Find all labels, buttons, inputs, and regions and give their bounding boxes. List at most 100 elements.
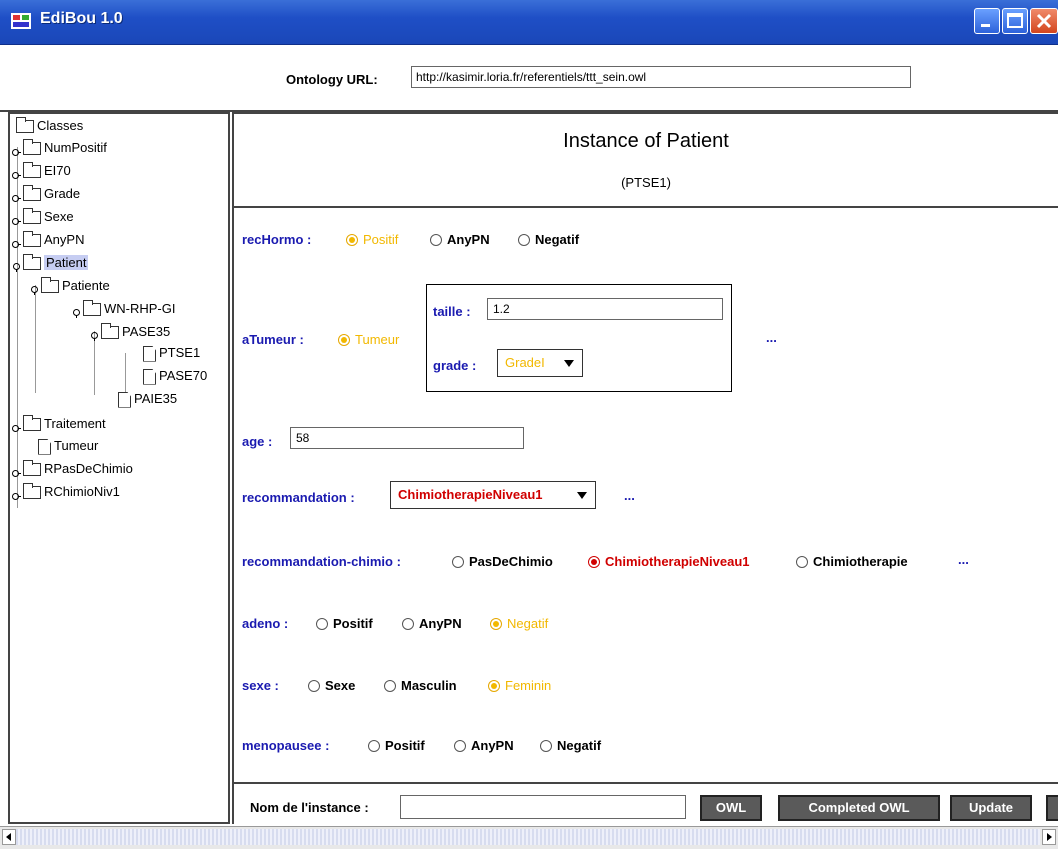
ontology-url-input[interactable]: http://kasimir.loria.fr/referentiels/ttt…: [411, 66, 911, 88]
instance-id: (PTSE1): [621, 175, 671, 190]
collapsed-toggle-icon[interactable]: [12, 488, 21, 501]
scroll-track[interactable]: [16, 829, 1040, 845]
recommandation-dropdown[interactable]: ChimiotherapieNiveau1: [390, 481, 596, 509]
recommandation-more-button[interactable]: ...: [624, 488, 635, 503]
collapsed-toggle-icon[interactable]: [12, 144, 21, 157]
radio-icon: [430, 234, 442, 246]
owl-button[interactable]: OWL: [700, 795, 762, 821]
prop-label-age: age :: [242, 434, 273, 449]
folder-icon: [23, 231, 41, 248]
expanded-toggle-icon[interactable]: [90, 328, 99, 342]
tree-node[interactable]: Patiente: [30, 277, 110, 297]
tree-node[interactable]: RChimioNiv1: [12, 483, 120, 503]
radio-chimio-chimiotherapie[interactable]: Chimiotherapie: [796, 554, 908, 569]
radio-sexe-sexe[interactable]: Sexe: [308, 678, 355, 693]
radio-adeno-anypn[interactable]: AnyPN: [402, 616, 462, 631]
arrow-left-icon: [6, 833, 11, 841]
instance-name-input[interactable]: [400, 795, 686, 819]
completed-owl-button[interactable]: Completed OWL: [778, 795, 940, 821]
next-button-clipped[interactable]: [1046, 795, 1058, 821]
tree-node[interactable]: NumPositif: [12, 139, 107, 159]
tree-node[interactable]: Grade: [12, 185, 80, 205]
close-button[interactable]: [1030, 8, 1058, 34]
radio-selected-icon: [488, 680, 500, 692]
close-icon: [1036, 13, 1052, 29]
instance-header: Instance of Patient (PTSE1): [234, 114, 1058, 208]
tree-node[interactable]: AnyPN: [12, 231, 84, 251]
maximize-icon: [1007, 13, 1023, 28]
radio-sexe-masculin[interactable]: Masculin: [384, 678, 457, 693]
radio-recHormo-anypn[interactable]: AnyPN: [430, 232, 490, 247]
tree-node[interactable]: Sexe: [12, 208, 74, 228]
tree-node[interactable]: PASE70: [140, 367, 207, 387]
tree-node[interactable]: PTSE1: [140, 344, 200, 364]
collapsed-toggle-icon[interactable]: [12, 167, 21, 180]
age-input[interactable]: 58: [290, 427, 524, 449]
tree-node[interactable]: Tumeur: [35, 437, 98, 457]
folder-icon: [23, 483, 41, 500]
file-icon: [143, 368, 156, 385]
collapsed-toggle-icon[interactable]: [12, 190, 21, 203]
folder-icon: [23, 208, 41, 225]
radio-adeno-positif[interactable]: Positif: [316, 616, 373, 631]
maximize-button[interactable]: [1002, 8, 1028, 34]
horizontal-scrollbar[interactable]: [0, 826, 1058, 849]
radio-sexe-feminin[interactable]: Feminin: [488, 678, 551, 693]
expanded-toggle-icon[interactable]: [72, 305, 81, 319]
arrow-right-icon: [1047, 833, 1052, 841]
radio-menopausee-negatif[interactable]: Negatif: [540, 738, 601, 753]
window-title: EdiBou 1.0: [40, 10, 123, 27]
ontology-url-label: Ontology URL:: [286, 72, 378, 87]
prop-label-sexe: sexe :: [242, 678, 279, 693]
radio-menopausee-anypn[interactable]: AnyPN: [454, 738, 514, 753]
folder-icon: [16, 117, 34, 134]
radio-icon: [402, 618, 414, 630]
radio-chimio-niveau1[interactable]: ChimiotherapieNiveau1: [588, 554, 750, 569]
collapsed-toggle-icon[interactable]: [12, 420, 21, 433]
collapsed-toggle-icon[interactable]: [12, 236, 21, 249]
title-bar: EdiBou 1.0: [0, 0, 1058, 45]
update-button[interactable]: Update: [950, 795, 1032, 821]
radio-icon: [384, 680, 396, 692]
minimize-button[interactable]: [974, 8, 1000, 34]
radio-menopausee-positif[interactable]: Positif: [368, 738, 425, 753]
scroll-right-button[interactable]: [1042, 829, 1056, 845]
radio-chimio-pasdechimio[interactable]: PasDeChimio: [452, 554, 553, 569]
radio-recHormo-negatif[interactable]: Negatif: [518, 232, 579, 247]
tree-node[interactable]: Traitement: [12, 415, 106, 435]
tree-node[interactable]: PASE35: [90, 323, 170, 343]
prop-label-recHormo: recHormo :: [242, 232, 312, 247]
tree-node[interactable]: Classes: [14, 117, 83, 137]
radio-recHormo-positif[interactable]: Positif: [346, 232, 398, 247]
collapsed-toggle-icon[interactable]: [12, 213, 21, 226]
prop-label-aTumeur: aTumeur :: [242, 332, 304, 347]
expanded-toggle-icon[interactable]: [30, 282, 39, 296]
folder-icon: [83, 300, 101, 317]
tree-node[interactable]: WN-RHP-GI: [72, 300, 176, 320]
scroll-left-button[interactable]: [2, 829, 16, 845]
radio-selected-icon: [588, 556, 600, 568]
file-icon: [38, 438, 51, 455]
folder-icon: [23, 460, 41, 477]
taille-input[interactable]: 1.2: [487, 298, 723, 320]
app-icon: [11, 13, 31, 29]
prop-label-recommandation-chimio: recommandation-chimio :: [242, 554, 401, 569]
folder-icon: [41, 277, 59, 294]
recommandation-chimio-more-button[interactable]: ...: [958, 552, 969, 567]
tree-node[interactable]: EI70: [12, 162, 71, 182]
class-tree: Classes NumPositif EI70 Grade Sexe AnyPN…: [8, 112, 230, 824]
tree-node-selected[interactable]: Patient: [12, 254, 89, 274]
folder-icon: [23, 415, 41, 432]
collapsed-toggle-icon[interactable]: [12, 465, 21, 478]
radio-aTumeur-tumeur[interactable]: Tumeur: [338, 332, 399, 347]
expanded-toggle-icon[interactable]: [12, 259, 21, 273]
grade-dropdown[interactable]: GradeI: [497, 349, 583, 377]
instance-panel: Instance of Patient (PTSE1) recHormo : P…: [232, 112, 1058, 828]
radio-adeno-negatif[interactable]: Negatif: [490, 616, 548, 631]
tree-node[interactable]: RPasDeChimio: [12, 460, 133, 480]
radio-icon: [368, 740, 380, 752]
tree-guide-line: [35, 285, 36, 393]
aTumeur-more-button[interactable]: ...: [766, 330, 777, 345]
radio-icon: [316, 618, 328, 630]
tree-node[interactable]: PAIE35: [115, 390, 177, 410]
